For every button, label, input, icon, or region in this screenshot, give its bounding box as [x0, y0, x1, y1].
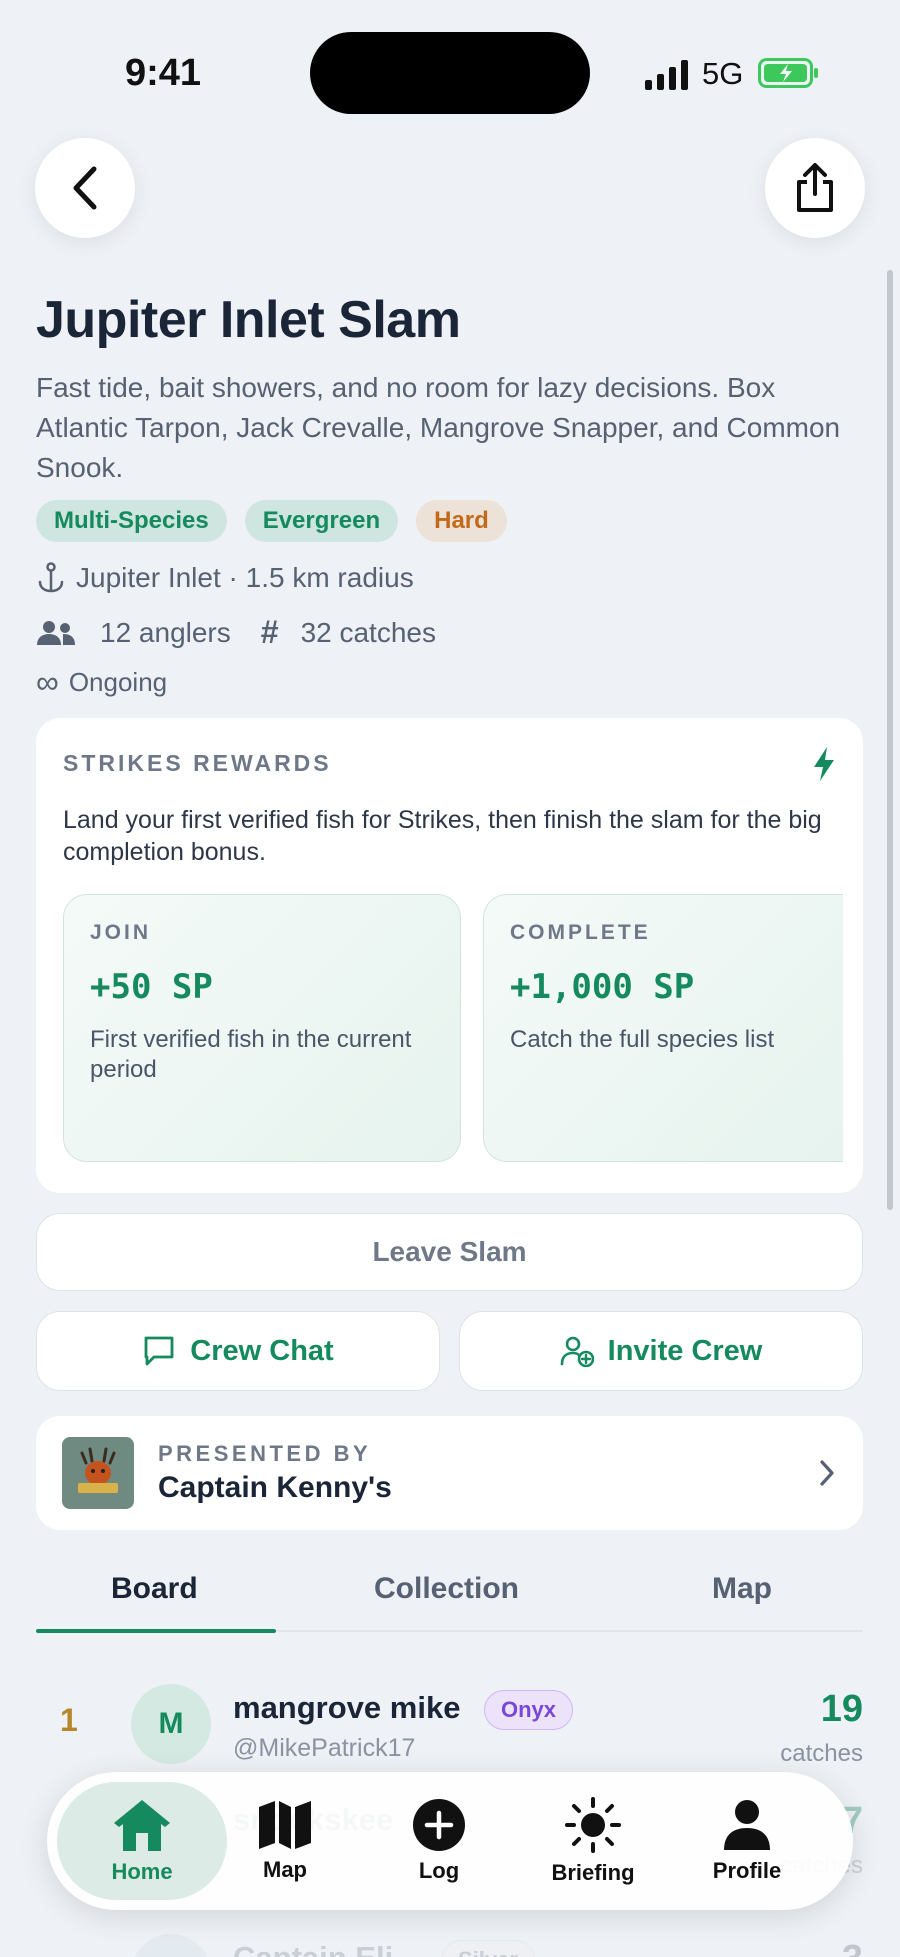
rewards-heading: STRIKES REWARDS	[63, 750, 332, 776]
network-label: 5G	[702, 56, 744, 91]
bolt-icon	[814, 747, 834, 781]
avatar: C	[131, 1934, 211, 1957]
reward-complete-card: COMPLETE +1,000 SP Catch the full specie…	[483, 894, 843, 1162]
invite-crew-button[interactable]: Invite Crew	[459, 1311, 863, 1391]
tag-evergreen: Evergreen	[244, 500, 399, 542]
catch-count-label: catches	[780, 1740, 863, 1767]
status-row: ∞ Ongoing	[36, 666, 167, 698]
sun-icon	[565, 1797, 621, 1853]
signal-icon	[645, 60, 688, 90]
angler-handle: @MikePatrick17	[233, 1734, 416, 1762]
catches-count: 32 catches	[300, 616, 436, 648]
avatar: M	[131, 1684, 211, 1764]
crew-chat-label: Crew Chat	[190, 1334, 334, 1367]
rewards-card: STRIKES REWARDS Land your first verified…	[36, 718, 863, 1193]
stats-row: 12 anglers # 32 catches	[36, 614, 436, 651]
catch-count: 19	[820, 1688, 863, 1730]
sponsor-text: PRESENTED BY Captain Kenny's	[158, 1441, 392, 1505]
back-button[interactable]	[35, 138, 135, 238]
sponsor-card[interactable]: PRESENTED BY Captain Kenny's	[36, 1416, 863, 1530]
map-icon	[259, 1801, 311, 1849]
battery-icon	[758, 58, 818, 88]
leave-slam-button[interactable]: Leave Slam	[36, 1213, 863, 1291]
rank-number: 3	[60, 1952, 78, 1957]
status-time: 9:41	[125, 52, 202, 94]
nav-log[interactable]: Log	[379, 1772, 499, 1910]
rewards-text: Land your first verified fish for Strike…	[63, 806, 822, 866]
tag-difficulty: Hard	[416, 500, 507, 542]
person-icon	[724, 1800, 770, 1850]
location-text: Jupiter Inlet · 1.5 km radius	[76, 562, 414, 593]
reward-complete-label: COMPLETE	[510, 921, 651, 944]
crew-chat-button[interactable]: Crew Chat	[36, 1311, 440, 1391]
reward-join-label: JOIN	[90, 921, 152, 944]
tab-collection[interactable]: Collection	[374, 1572, 519, 1606]
location-row: Jupiter Inlet · 1.5 km radius	[36, 562, 414, 594]
infinity-icon: ∞	[36, 664, 59, 700]
plus-circle-icon	[413, 1799, 465, 1851]
reward-join-sub: First verified fish in the current perio…	[90, 1026, 412, 1083]
invite-crew-label: Invite Crew	[607, 1334, 763, 1367]
tab-board[interactable]: Board	[111, 1572, 198, 1606]
nav-briefing[interactable]: Briefing	[533, 1772, 653, 1910]
rank-number: 1	[60, 1702, 78, 1738]
sponsor-name: Captain Kenny's	[158, 1471, 392, 1504]
reward-complete-sub: Catch the full species list	[510, 1026, 775, 1053]
tier-badge: Onyx	[484, 1690, 574, 1730]
chat-bubble-icon	[144, 1336, 174, 1366]
angler-name: mangrove mike	[233, 1690, 461, 1725]
page-title: Jupiter Inlet Slam	[36, 291, 461, 349]
bottom-nav: Home Map Log Briefing Profile	[47, 1772, 853, 1910]
home-icon	[114, 1800, 170, 1851]
scrollbar[interactable]	[887, 270, 893, 1210]
sponsor-logo	[62, 1437, 134, 1509]
leaderboard-row[interactable]: 1 M mangrove mike @MikePatrick17 Onyx 19…	[36, 1660, 863, 1770]
share-icon	[797, 163, 833, 212]
chevron-left-icon	[73, 166, 97, 210]
tag-list: Multi-Species Evergreen Hard	[36, 500, 507, 542]
reward-join-card: JOIN +50 SP First verified fish in the c…	[63, 894, 461, 1162]
status-text: Ongoing	[68, 666, 168, 697]
anglers-count: 12 anglers	[100, 616, 231, 648]
nav-briefing-label: Briefing	[551, 1860, 635, 1885]
nav-home-label: Home	[111, 1859, 173, 1884]
share-button[interactable]	[765, 138, 865, 238]
reward-complete-value: +1,000 SP	[510, 967, 695, 1007]
angler-name: Captain Eli	[233, 1940, 393, 1957]
chevron-right-icon	[820, 1460, 834, 1486]
add-user-icon	[560, 1336, 594, 1367]
sponsor-label: PRESENTED BY	[158, 1441, 372, 1466]
hash-icon: #	[260, 614, 279, 650]
reward-join-value: +50 SP	[90, 967, 213, 1007]
tab-map[interactable]: Map	[712, 1572, 772, 1606]
nav-log-label: Log	[418, 1858, 460, 1883]
leaderboard-row[interactable]: 3 C Captain Eli Silver 3	[36, 1910, 863, 1957]
nav-profile[interactable]: Profile	[687, 1772, 807, 1910]
nav-profile-label: Profile	[712, 1858, 782, 1883]
deer-logo-icon	[78, 1447, 118, 1493]
tab-active-indicator	[36, 1629, 276, 1633]
slam-description: Fast tide, bait showers, and no room for…	[36, 372, 841, 483]
tier-badge: Silver	[441, 1940, 535, 1957]
dynamic-island	[310, 32, 590, 114]
nav-home[interactable]: Home	[57, 1782, 227, 1900]
tab-bar-segmented: Board Collection Map	[36, 1572, 863, 1633]
catch-count: 3	[842, 1938, 863, 1957]
anchor-icon	[38, 562, 64, 593]
tag-multi-species: Multi-Species	[36, 500, 227, 542]
people-icon	[37, 620, 75, 645]
nav-map-label: Map	[263, 1857, 307, 1882]
nav-map[interactable]: Map	[225, 1772, 345, 1910]
